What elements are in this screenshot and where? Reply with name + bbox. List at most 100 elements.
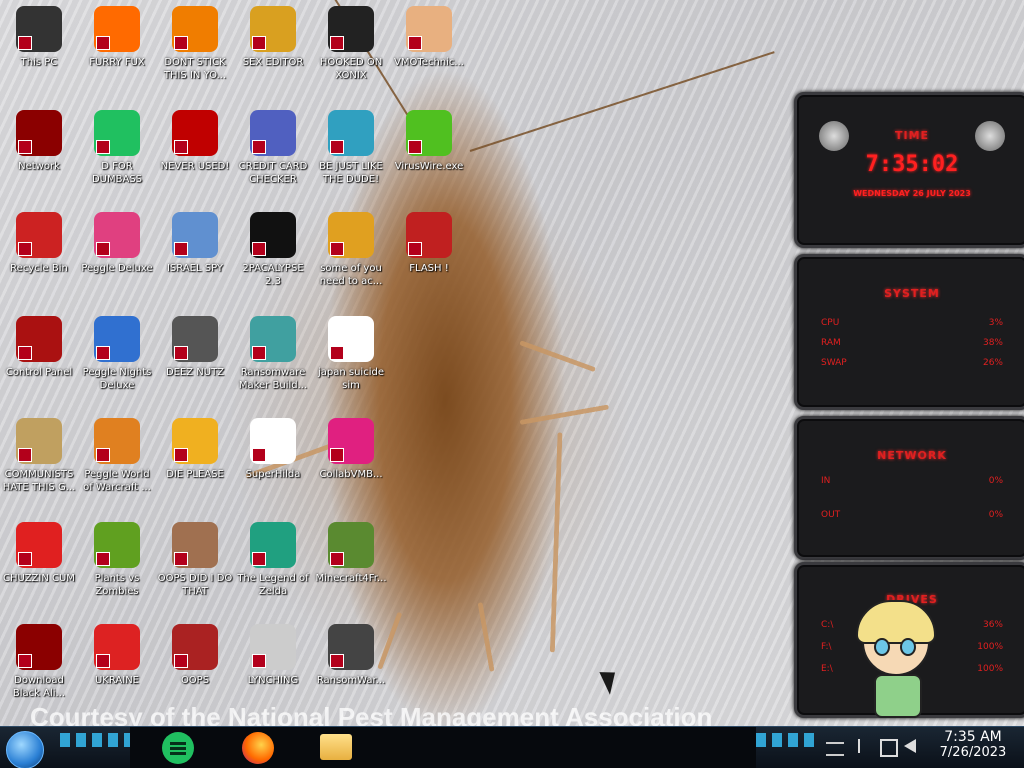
show-hidden-icons-button[interactable] [826,742,844,756]
desktop-icon[interactable]: Download Black Ali... [0,624,78,700]
start-orb-icon[interactable] [6,731,44,768]
shortcut-badge-icon [174,36,188,50]
desktop-icon[interactable]: Peggle Nights Deluxe [78,316,156,392]
shortcut-badge-icon [330,552,344,566]
desktop-icon[interactable]: CREDIT CARD CHECKER [234,110,312,186]
spy-network-icon [172,212,218,258]
chuzzle-icon [16,522,62,568]
shortcut-badge-icon [174,242,188,256]
arrows-game-icon [328,316,374,362]
desktop-icon[interactable]: Plants vs Zombies [78,522,156,598]
desktop-icon[interactable]: BE JUST LIKE THE DUDE! [312,110,390,186]
recycle-bin-icon [16,212,62,258]
credit-card-icon [250,110,296,156]
gadget-stat-row: IN 0% [797,476,1024,486]
santa-character-icon [328,110,374,156]
desktop-icon[interactable]: OOPS DID I DO THAT [156,522,234,598]
desktop-icon[interactable]: HOOKED ON XONIX [312,6,390,82]
shortcut-badge-icon [18,242,32,256]
desktop-icon[interactable]: CHUZZIN CUM [0,522,78,585]
desktop-icon[interactable]: DEEZ NUTZ [156,316,234,379]
flash-icon [406,212,452,258]
desktop-icon-label: Download Black Ali... [12,675,66,699]
desktop-icon[interactable]: 2PACALYPSE 2.3 [234,212,312,288]
desktop-icon[interactable]: DIE PLEASE [156,418,234,481]
desktop-icon-label: BE JUST LIKE THE DUDE! [319,161,383,185]
desktop-icon[interactable]: LYNCHING [234,624,312,687]
desktop-icon[interactable]: VMOTechnic... [390,6,468,69]
shortcut-badge-icon [96,346,110,360]
desktop-icon[interactable]: Recycle Bin [0,212,78,275]
desktop-icon-label: DONT STICK THIS IN YO... [163,57,227,81]
desktop-icon[interactable]: Minecraft4Fr... [312,522,390,585]
desktop-icon[interactable]: Network [0,110,78,173]
desktop-icon[interactable]: The Legend of Zelda [234,522,312,598]
collabvm-icon [328,418,374,464]
taskbar-app-firefox[interactable] [242,732,274,764]
stat-value: 0% [988,476,1003,486]
desktop-icon[interactable]: VirusWire.exe [390,110,468,173]
desktop-icon[interactable]: DONT STICK THIS IN YO... [156,6,234,82]
shortcut-badge-icon [18,140,32,154]
desktop-icon[interactable]: Peggle World of Warcraft ... [78,418,156,494]
desktop-icon[interactable]: FLASH ! [390,212,468,275]
dog-cartoon-icon [328,212,374,258]
pixel-hero-icon [250,522,296,568]
desktop-icon[interactable]: some of you need to ac... [312,212,390,288]
desktop-icon[interactable]: ISRAEL SPY [156,212,234,275]
desktop-icon[interactable]: UKRAINE [78,624,156,687]
leg-decoration [519,340,597,373]
shortcut-badge-icon [174,552,188,566]
volume-tray-icon[interactable] [904,739,916,753]
taskbar-app-chat[interactable] [162,732,194,764]
skull-icon [328,624,374,670]
desktop-icon-label: SEX EDITOR [242,57,304,68]
window-app-icon [250,316,296,362]
desktop-icon[interactable]: japan suicide sim [312,316,390,392]
desktop-icon[interactable]: CollabVMB... [312,418,390,481]
time-gadget[interactable]: TIME 7:35:02 WEDNESDAY 26 JULY 2023 [794,92,1024,248]
shortcut-badge-icon [330,654,344,668]
leg-decoration [477,602,495,672]
desktop-icon[interactable]: NEVER USED! [156,110,234,173]
stat-name: CPU [821,318,840,328]
taskbar-app-area [130,727,756,768]
desktop-icon[interactable]: RansomWar... [312,624,390,687]
shortcut-badge-icon [330,448,344,462]
shortcut-badge-icon [252,552,266,566]
desktop-icon[interactable]: Ransomware Maker Build... [234,316,312,392]
desktop-icon[interactable]: SuperHilda [234,418,312,481]
network-tray-icon[interactable] [880,739,898,757]
pvz-flower-icon [94,522,140,568]
shortcut-badge-icon [252,448,266,462]
shortcut-badge-icon [252,242,266,256]
desktop-icon-label: OOPS DID I DO THAT [157,573,233,597]
desktop-icon-label: DIE PLEASE [166,469,224,480]
stat-value: 0% [988,510,1003,520]
shortcut-badge-icon [174,140,188,154]
network-gadget[interactable]: NETWORK IN 0% OUT 0% [794,416,1024,560]
desktop-icon[interactable]: This PC [0,6,78,69]
stacked-windows-icon [172,316,218,362]
stat-name: C:\ [821,620,834,630]
alien-network-icon [16,110,62,156]
taskbar-app-explorer[interactable] [320,734,352,760]
desktop-icon[interactable]: D FOR DUMBASS [78,110,156,186]
desktop-icon-label: UKRAINE [94,675,139,686]
system-gadget[interactable]: SYSTEM CPU 3% RAM 38% SWAP 26% [794,254,1024,410]
tray-clock[interactable]: 7:35 AM 7/26/2023 [928,727,1018,768]
action-center-flag-icon[interactable] [858,739,872,753]
stat-name: E:\ [821,664,833,674]
desktop-icon[interactable]: Control Panel [0,316,78,379]
desktop-icon[interactable]: OOPS [156,624,234,687]
desktop-icon[interactable]: SEX EDITOR [234,6,312,69]
gadget-stat-row: OUT 0% [797,510,1024,520]
desktop-icon[interactable]: COMMUNISTS HATE THIS G... [0,418,78,494]
shortcut-badge-icon [96,140,110,154]
antenna-decoration [469,51,775,152]
desktop-icon[interactable]: FURRY FUX [78,6,156,69]
desktop-icon[interactable]: Peggle Deluxe [78,212,156,275]
shortcut-badge-icon [18,346,32,360]
stat-name: RAM [821,338,841,348]
shortcut-badge-icon [252,654,266,668]
